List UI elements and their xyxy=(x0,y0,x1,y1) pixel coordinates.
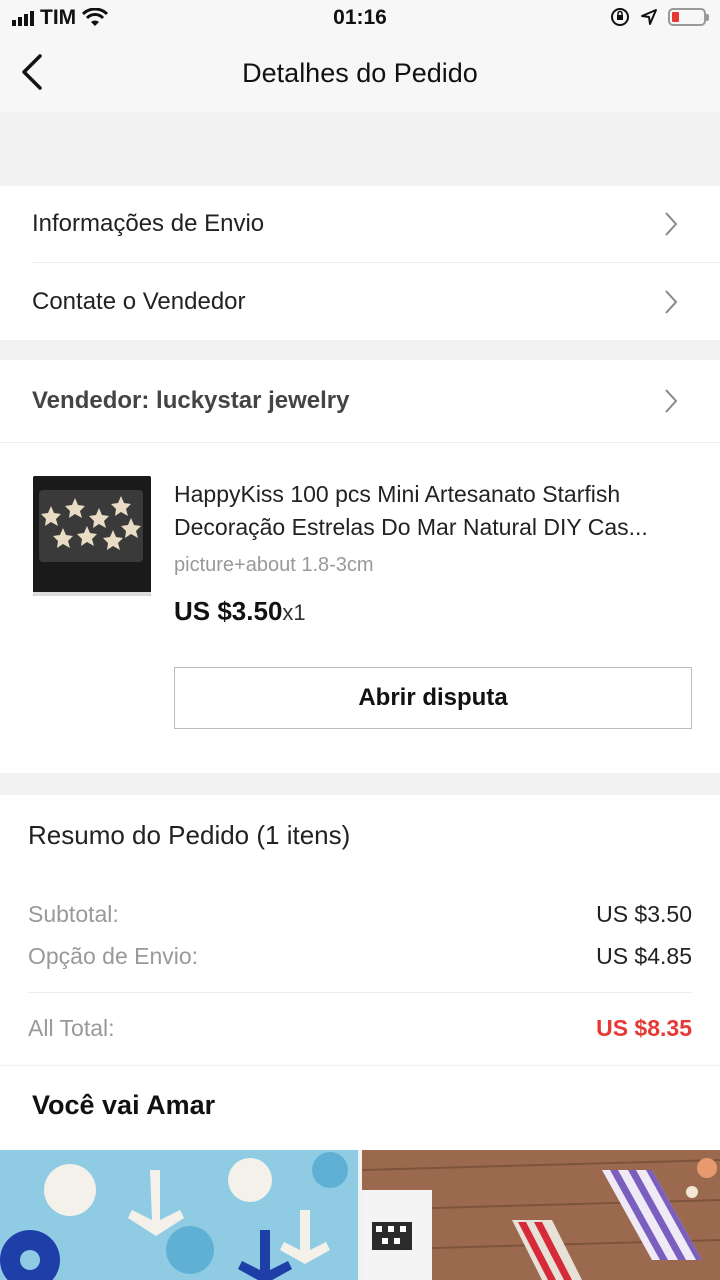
subtotal-label: Subtotal: xyxy=(28,901,119,927)
shipping-cost-label: Opção de Envio: xyxy=(28,943,199,969)
total-row: All Total: US $8.35 xyxy=(28,1015,692,1042)
product-sku: picture+about 1.8-3cm xyxy=(174,554,374,576)
nautical-pieces-picture xyxy=(0,1150,358,1280)
shipping-info-link[interactable]: Informações de Envio xyxy=(32,186,680,262)
product-title-line1: HappyKiss 100 pcs Mini Artesanato Starfi… xyxy=(174,481,621,507)
total-label: All Total: xyxy=(28,1015,115,1041)
product-title-line2: Decoração Estrelas Do Mar Natural DIY Ca… xyxy=(174,514,648,540)
summary-title: Resumo do Pedido (1 itens) xyxy=(28,820,351,850)
product-price: US $3.50 xyxy=(174,596,283,626)
product-price-group: US $3.50x1 xyxy=(174,596,306,627)
seller-link[interactable]: Vendedor: luckystar jewelry xyxy=(32,360,680,442)
recommended-product-image[interactable] xyxy=(0,1150,358,1280)
total-value: US $8.35 xyxy=(596,1015,692,1041)
shipping-info-label: Informações de Envio xyxy=(32,210,265,237)
shipping-cost-value: US $4.85 xyxy=(596,943,692,969)
status-bar: TIM 01:16 xyxy=(0,0,720,38)
contact-seller-link[interactable]: Contate o Vendedor xyxy=(32,263,680,340)
divider xyxy=(0,442,720,443)
seller-name: Vendedor: luckystar jewelry xyxy=(32,387,350,414)
product-quantity: x1 xyxy=(282,600,306,625)
lock-rotation-icon xyxy=(611,8,629,26)
chevron-right-icon xyxy=(665,389,678,413)
product-image[interactable] xyxy=(33,476,151,596)
chevron-right-icon xyxy=(665,212,678,236)
divider xyxy=(28,992,692,993)
battery-icon xyxy=(668,8,709,26)
contact-seller-label: Contate o Vendedor xyxy=(32,287,246,315)
subtotal-value: US $3.50 xyxy=(596,901,692,927)
recommendations-title: Você vai Amar xyxy=(32,1090,216,1120)
chevron-right-icon xyxy=(665,289,678,314)
shipping-cost-row: Opção de Envio: US $4.85 xyxy=(28,943,692,970)
nav-bar: Detalhes do Pedido xyxy=(0,38,720,112)
order-links-card: Informações de Envio Contate o Vendedor xyxy=(0,186,720,340)
status-icons xyxy=(610,7,709,27)
starfish-picture xyxy=(33,476,151,596)
location-icon xyxy=(641,9,657,25)
open-dispute-button[interactable]: Abrir disputa xyxy=(174,667,692,729)
product-title[interactable]: HappyKiss 100 pcs Mini Artesanato Starfi… xyxy=(174,478,694,544)
beach-chairs-picture xyxy=(362,1150,720,1280)
subtotal-row: Subtotal: US $3.50 xyxy=(28,901,692,928)
page-title: Detalhes do Pedido xyxy=(242,58,478,88)
recommended-product-image[interactable] xyxy=(362,1150,720,1280)
